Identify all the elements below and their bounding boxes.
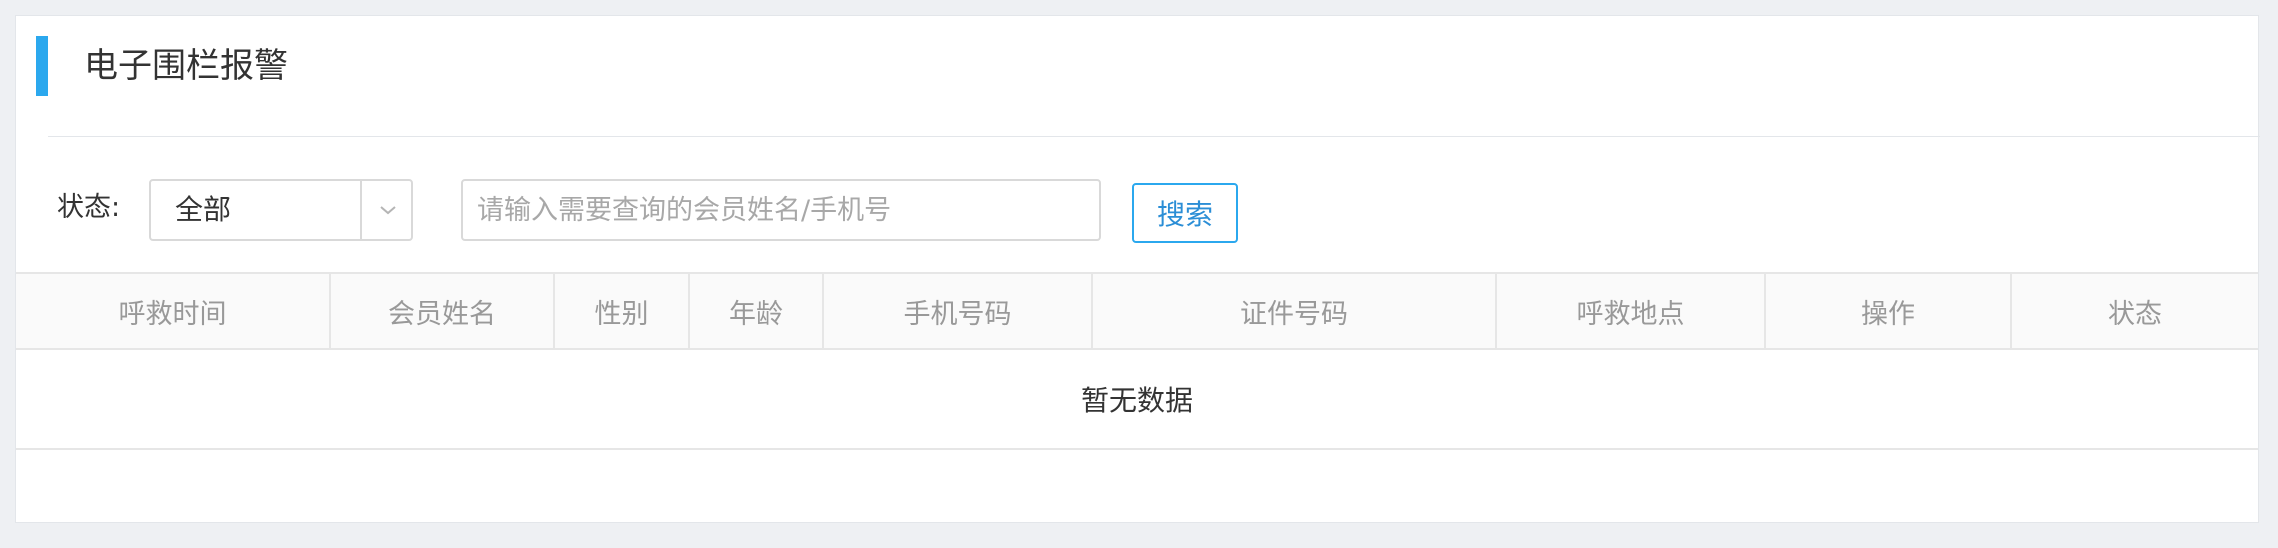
chevron-down-icon[interactable] (362, 181, 413, 239)
table-empty-state: 暂无数据 (16, 350, 2258, 450)
column-header-call-location: 呼救地点 (1497, 274, 1766, 348)
status-filter-label: 状态: (57, 192, 121, 223)
column-header-status: 状态 (2108, 298, 2162, 330)
search-button[interactable]: 搜索 (1132, 183, 1238, 243)
table-header: 呼救时间 会员姓名 性别 年龄 手机号码 证件号码 呼救地点 操作 状态 (16, 272, 2258, 350)
column-header-member-name: 会员姓名 (331, 274, 555, 348)
alarm-table: 呼救时间 会员姓名 性别 年龄 手机号码 证件号码 呼救地点 操作 状态 暂无数… (16, 272, 2258, 450)
title-divider (48, 136, 2260, 137)
column-header-age: 年龄 (690, 274, 824, 348)
column-header-phone: 手机号码 (824, 274, 1093, 348)
column-header-gender: 性别 (555, 274, 690, 348)
column-header-call-time: 呼救时间 (16, 274, 331, 348)
status-select-value: 全部 (175, 193, 232, 226)
title-accent-bar (36, 36, 48, 96)
member-search-input[interactable] (461, 179, 1101, 241)
column-header-id-number: 证件号码 (1093, 274, 1497, 348)
page-title: 电子围栏报警 (84, 46, 288, 86)
alarm-panel: 电子围栏报警 状态: 全部 搜索 呼救时间 会员姓名 性别 年龄 手机号码 证件… (15, 15, 2260, 523)
column-header-actions: 操作 (1766, 274, 2012, 348)
status-select[interactable]: 全部 (149, 179, 413, 241)
